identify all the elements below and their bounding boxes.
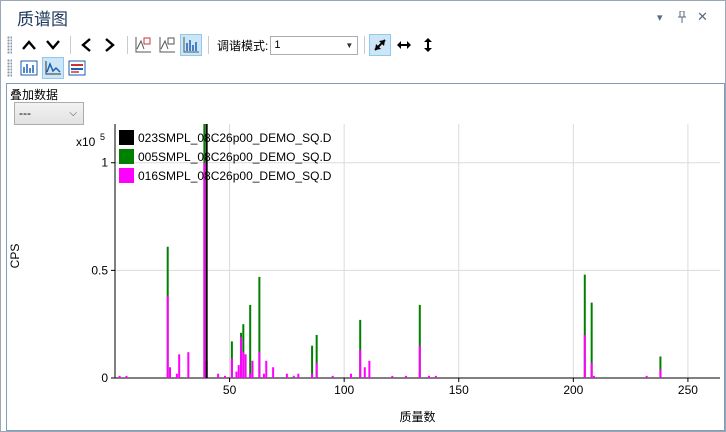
legend-label: 016SMPL_08C26p00_DEMO_SQ.D [138,169,332,183]
autoscale-y-icon[interactable] [417,34,439,56]
toolbar-grip[interactable] [7,36,12,54]
tune-mode-label: 调谐模式: [217,38,269,53]
profile-view-icon[interactable] [42,57,64,79]
title-bar: 质谱图 ▾ ✕ [1,1,725,31]
legend-label: 023SMPL_08C26p00_DEMO_SQ.D [138,131,332,145]
y-scale-label: x10 [76,135,96,149]
autoscale-both-icon[interactable] [369,34,392,56]
chevron-up-icon[interactable] [18,34,40,56]
close-icon[interactable]: ✕ [697,9,708,25]
overlay-view-icon[interactable] [66,57,88,79]
window-title: 质谱图 [17,10,68,29]
tune-mode-select[interactable]: 1 ▼ [270,35,359,55]
x-tick-label: 200 [563,383,583,397]
toolbar-separator [127,36,128,54]
y-tick-label: 0.5 [91,263,108,277]
chevron-down-icon[interactable] [42,34,64,56]
y-axis-label: CPS [8,244,22,269]
legend-label: 005SMPL_08C26p00_DEMO_SQ.D [138,150,332,164]
spectrum-chart[interactable]: 50 100 150 200 250 0 0.5 1 x10 5 质量数 CPS 023SMPL_08C… [7,84,722,428]
toolbar-grip[interactable] [7,59,12,77]
x-tick-label: 100 [334,383,354,397]
legend-swatch [119,130,134,145]
peak-label-icon[interactable] [132,34,154,56]
dropdown-arrow-icon: ▼ [345,40,354,50]
toolbar-separator [364,36,366,54]
peak-info-icon[interactable] [156,34,178,56]
legend-swatch [119,149,134,164]
x-axis-label: 质量数 [399,409,435,424]
x-tick-label: 150 [449,383,469,397]
spectrum-panel: 叠加数据 --- ⌵ 50 100 150 200 250 0 0.5 1 x10 5 质量数 CPS… [6,83,725,431]
spectrum-view-icon[interactable] [18,57,40,79]
mass-spectrum-window: 质谱图 ▾ ✕ 调谐模式: 1 ▼ 叠加数据 --- ⌵ 50 100 150 … [0,0,726,432]
x-tick-label: 50 [223,383,237,397]
autoscale-x-icon[interactable] [393,34,415,56]
toolbar-secondary [7,57,90,79]
window-menu-dropdown-icon[interactable]: ▾ [657,11,663,24]
toolbar-separator [70,36,71,54]
chevron-left-icon[interactable] [75,34,97,56]
tune-mode-value: 1 [274,38,281,51]
x-tick-label: 250 [678,383,698,397]
y-tick-label: 1 [101,156,108,170]
spectrum-bar-icon[interactable] [180,34,202,56]
pin-icon[interactable] [677,10,687,26]
y-tick-label: 0 [101,371,108,385]
toolbar-separator [208,36,209,54]
y-scale-exponent: 5 [100,132,105,142]
chevron-right-icon[interactable] [99,34,121,56]
legend-swatch [119,168,134,183]
toolbar-main: 调谐模式: 1 ▼ [7,34,441,56]
